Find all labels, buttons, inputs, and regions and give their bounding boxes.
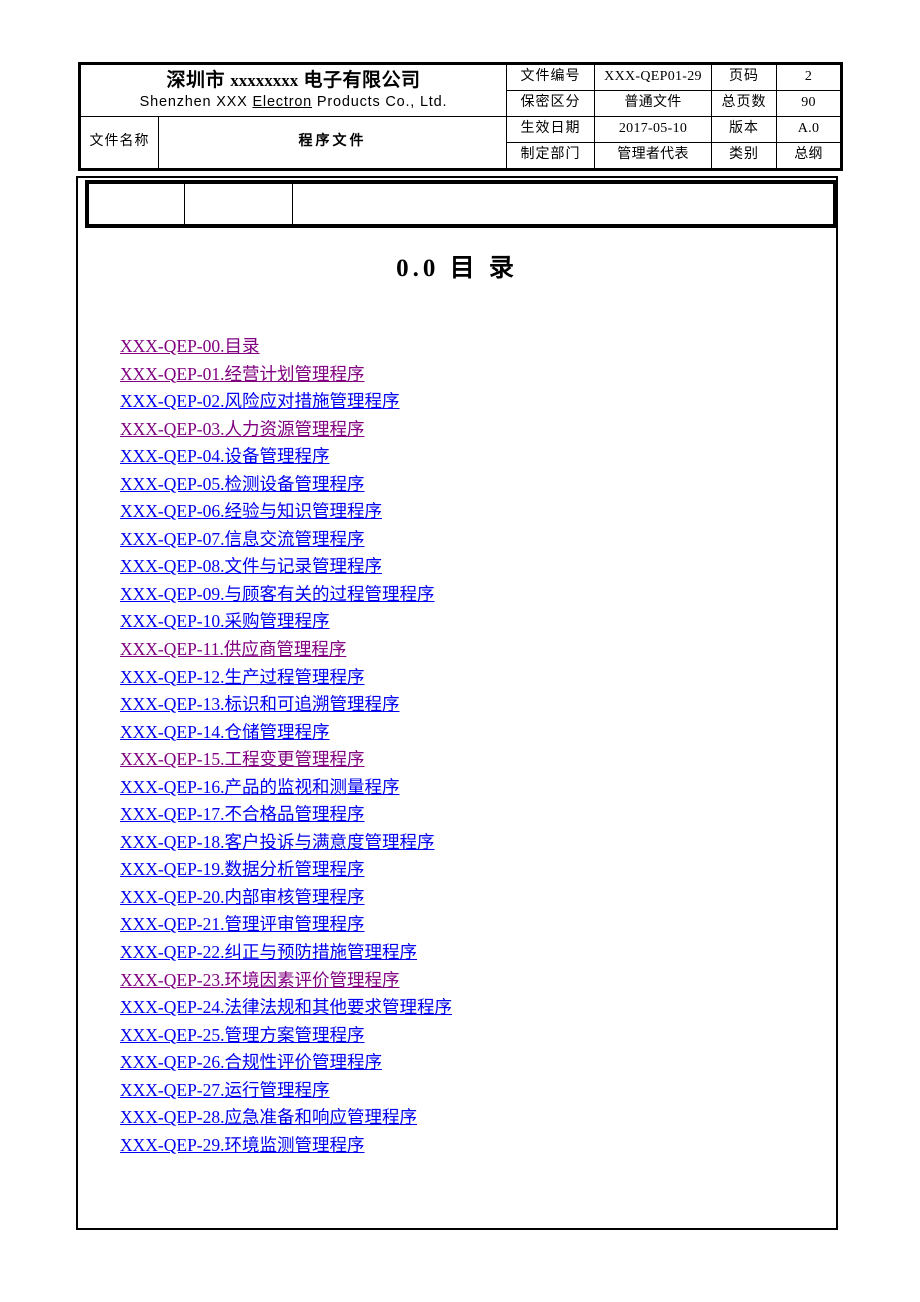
toc-link[interactable]: XXX-QEP-04.设备管理程序	[120, 443, 330, 471]
toc-link[interactable]: XXX-QEP-27.运行管理程序	[120, 1077, 330, 1105]
toc-link[interactable]: XXX-QEP-18.客户投诉与满意度管理程序	[120, 829, 435, 857]
sub-table-cell-3	[291, 181, 836, 227]
document-name-label: 文件名称	[79, 116, 159, 170]
company-name-cn: 深圳市 xxxxxxxx 电子有限公司	[81, 69, 506, 93]
empty-sub-table	[85, 180, 837, 228]
toc-link[interactable]: XXX-QEP-05.检测设备管理程序	[120, 471, 365, 499]
meta-label-page-number: 页码	[711, 63, 778, 91]
toc-link[interactable]: XXX-QEP-10.采购管理程序	[120, 608, 330, 636]
document-header-table: 深圳市 xxxxxxxx 电子有限公司 Shenzhen XXX Electro…	[78, 62, 844, 171]
toc-link[interactable]: XXX-QEP-28.应急准备和响应管理程序	[120, 1104, 417, 1132]
sub-table-row	[86, 181, 836, 227]
header-row-3: 文件名称 程序文件 生效日期 2017-05-10 版本 A.0	[79, 116, 843, 170]
toc-link[interactable]: XXX-QEP-19.数据分析管理程序	[120, 856, 365, 884]
company-name-en-part1: Shenzhen XXX	[139, 93, 253, 110]
toc-link[interactable]: XXX-QEP-01.经营计划管理程序	[120, 361, 365, 389]
toc-link[interactable]: XXX-QEP-23.环境因素评价管理程序	[120, 967, 400, 995]
toc-link[interactable]: XXX-QEP-03.人力资源管理程序	[120, 416, 365, 444]
company-name-en-underlined: Electron	[252, 93, 313, 110]
toc-link[interactable]: XXX-QEP-02.风险应对措施管理程序	[120, 388, 400, 416]
toc-link[interactable]: XXX-QEP-09.与顾客有关的过程管理程序	[120, 581, 435, 609]
table-of-contents: XXX-QEP-00.目录 XXX-QEP-01.经营计划管理程序 XXX-QEP-…	[120, 333, 820, 1159]
meta-value-effective-date: 2017-05-10	[594, 116, 713, 143]
toc-link[interactable]: XXX-QEP-29.环境监测管理程序	[120, 1132, 365, 1160]
meta-label-doc-number: 文件编号	[506, 63, 596, 91]
meta-value-version: A.0	[776, 116, 843, 143]
document-name-value: 程序文件	[157, 116, 508, 170]
page-title: 0.0 目 录	[396, 255, 518, 282]
toc-link[interactable]: XXX-QEP-06.经验与知识管理程序	[120, 498, 382, 526]
toc-link[interactable]: XXX-QEP-25.管理方案管理程序	[120, 1022, 365, 1050]
meta-value-page-number: 2	[776, 63, 843, 91]
toc-link[interactable]: XXX-QEP-24.法律法规和其他要求管理程序	[120, 994, 452, 1022]
company-name-cn-prefix: 深圳市	[166, 70, 225, 92]
meta-label-category: 类别	[711, 142, 778, 170]
header-row-1: 深圳市 xxxxxxxx 电子有限公司 Shenzhen XXX Electro…	[78, 63, 843, 117]
sub-table-cell-1	[86, 181, 185, 227]
toc-link[interactable]: XXX-QEP-20.内部审核管理程序	[120, 884, 365, 912]
toc-link[interactable]: XXX-QEP-16.产品的监视和测量程序	[120, 774, 400, 802]
meta-value-doc-number: XXX-QEP01-29	[594, 63, 713, 91]
company-name-cell: 深圳市 xxxxxxxx 电子有限公司 Shenzhen XXX Electro…	[78, 63, 508, 117]
meta-label-effective-date: 生效日期	[506, 116, 596, 143]
document-page: 深圳市 xxxxxxxx 电子有限公司 Shenzhen XXX Electro…	[0, 0, 920, 1302]
toc-link[interactable]: XXX-QEP-17.不合格品管理程序	[120, 801, 365, 829]
company-name-cn-placeholder: xxxxxxxx	[230, 71, 299, 91]
toc-link[interactable]: XXX-QEP-08.文件与记录管理程序	[120, 553, 382, 581]
sub-table-cell-2	[183, 181, 293, 227]
company-name-en-part2: Products Co., Ltd.	[312, 93, 448, 110]
toc-link[interactable]: XXX-QEP-15.工程变更管理程序	[120, 746, 365, 774]
toc-link[interactable]: XXX-QEP-13.标识和可追溯管理程序	[120, 691, 400, 719]
toc-link[interactable]: XXX-QEP-21.管理评审管理程序	[120, 911, 365, 939]
meta-label-total-pages: 总页数	[711, 90, 778, 117]
meta-label-confidentiality: 保密区分	[506, 90, 596, 117]
meta-value-confidentiality: 普通文件	[594, 90, 713, 117]
meta-value-total-pages: 90	[776, 90, 843, 117]
toc-link[interactable]: XXX-QEP-22.纠正与预防措施管理程序	[120, 939, 417, 967]
toc-link[interactable]: XXX-QEP-00.目录	[120, 333, 260, 361]
toc-link[interactable]: XXX-QEP-11.供应商管理程序	[120, 636, 346, 664]
meta-value-category: 总纲	[776, 142, 843, 170]
company-name-cn-suffix: 电子有限公司	[303, 70, 421, 92]
toc-link[interactable]: XXX-QEP-12.生产过程管理程序	[120, 664, 365, 692]
meta-label-department: 制定部门	[506, 142, 596, 170]
meta-value-department: 管理者代表	[594, 142, 713, 170]
company-name-en: Shenzhen XXX Electron Products Co., Ltd.	[81, 93, 506, 112]
toc-link[interactable]: XXX-QEP-14.仓储管理程序	[120, 719, 330, 747]
toc-link[interactable]: XXX-QEP-26.合规性评价管理程序	[120, 1049, 382, 1077]
toc-link[interactable]: XXX-QEP-07.信息交流管理程序	[120, 526, 365, 554]
meta-label-version: 版本	[711, 116, 778, 143]
